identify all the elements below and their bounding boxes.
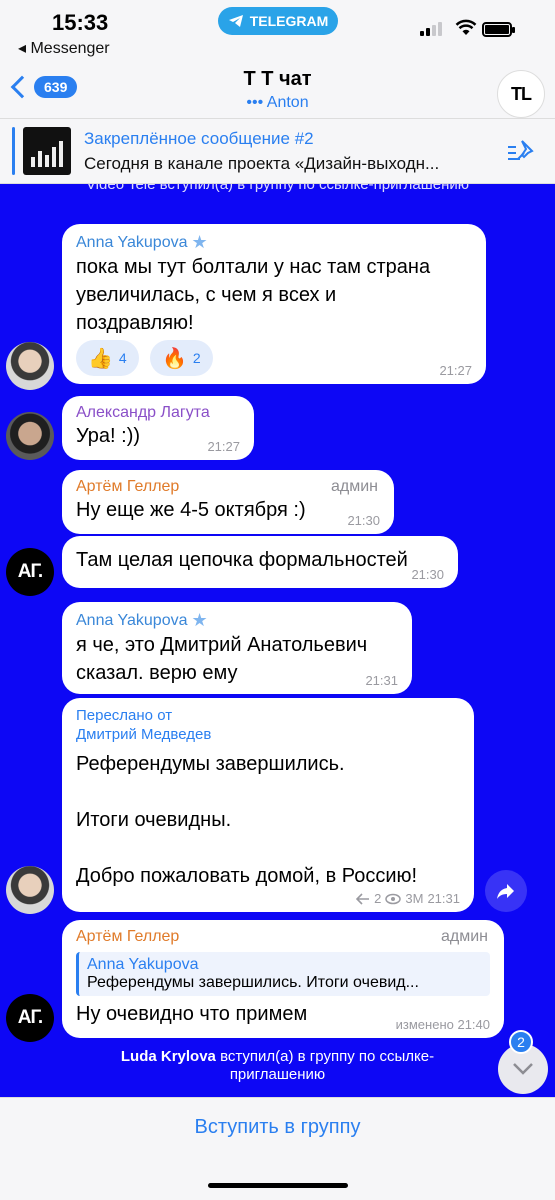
message-text: Там целая цепочка формальностей <box>76 549 408 571</box>
telegram-icon <box>228 15 243 27</box>
verified-star-icon: ★ <box>191 610 208 630</box>
message-time: 21:30 <box>347 513 380 528</box>
message-line: Итоги очевидны. <box>76 809 232 831</box>
view-count: 3M <box>405 891 424 906</box>
pin-list-icon[interactable] <box>506 139 536 165</box>
reply-text: Референдумы завершились. Итоги очевид... <box>87 974 419 991</box>
chevron-left-icon <box>10 75 34 99</box>
chat-area[interactable]: Video Tele вступил(а) в группу по ссылке… <box>0 184 555 1097</box>
avatar-anna[interactable] <box>6 866 54 914</box>
reply-author: Anna Yakupova <box>87 956 199 973</box>
fire-icon: 🔥 <box>162 347 187 370</box>
message-line <box>76 834 460 862</box>
reaction-count: 4 <box>118 350 127 366</box>
message-line: поздравляю! <box>76 312 194 334</box>
sender-name: Anna Yakupova <box>76 233 188 251</box>
reply-count: 2 <box>374 891 382 906</box>
forward-source[interactable]: Дмитрий Медведев <box>76 725 460 744</box>
service-text-tail: приглашению <box>229 1066 326 1083</box>
telegram-pill-label: TELEGRAM <box>249 13 329 29</box>
message-bubble[interactable]: Артём Геллер админ Anna Yakupova Референ… <box>62 920 504 1038</box>
message-time: 21:31 <box>427 891 460 906</box>
message-bubble[interactable]: Там целая цепочка формальностей 21:30 <box>62 536 458 588</box>
service-text: вступил(а) в группу по ссылке- <box>215 1048 435 1065</box>
service-message-line: Luda Krylova вступил(а) в группу по ссыл… <box>0 1048 555 1066</box>
verified-star-icon: ★ <box>191 232 208 252</box>
cellular-signal-icon <box>420 22 442 36</box>
message-line: пока мы тут болтали у нас там страна <box>76 256 431 278</box>
message-bubble[interactable]: Anna Yakupova ★ я че, это Дмитрий Анатол… <box>62 602 412 694</box>
message-line: я че, это Дмитрий Анатольевич <box>76 634 368 656</box>
forwarded-message-bubble[interactable]: Переслано от Дмитрий Медведев Референдум… <box>62 698 474 912</box>
message-line: увеличилась, с чем я всех и <box>76 284 337 306</box>
status-time: 15:33 <box>52 10 109 35</box>
thumbs-up-icon: 👍 <box>88 347 113 370</box>
status-bar: 15:33 ◂ Messenger TELEGRAM <box>0 0 555 62</box>
chat-title[interactable]: Т Т чат <box>0 68 555 91</box>
message-time: 21:27 <box>439 363 472 378</box>
reaction-count: 2 <box>192 350 201 366</box>
message-line <box>76 778 460 806</box>
message-bubble[interactable]: Артём Геллер админ Ну еще же 4-5 октября… <box>62 470 394 534</box>
share-arrow-icon <box>497 884 514 899</box>
back-button[interactable]: 639 <box>10 75 78 99</box>
admin-label: админ <box>440 928 488 945</box>
sender-name: Артём Геллер <box>76 928 180 945</box>
pinned-title: Закреплённое сообщение #2 <box>84 129 314 148</box>
sender-name: Артём Геллер <box>76 478 180 495</box>
message-line: Референдумы завершились. <box>76 753 345 775</box>
pinned-thumbnail <box>23 127 71 175</box>
pinned-text: Сегодня в канале проекта «Дизайн-выходн.… <box>84 154 440 173</box>
reply-quote[interactable]: Anna Yakupova Референдумы завершились. И… <box>76 952 490 996</box>
group-avatar[interactable]: TL <box>497 70 545 118</box>
message-sender[interactable]: Артём Геллер <box>76 928 490 946</box>
avatar-anna[interactable] <box>6 342 54 390</box>
pinned-indicator <box>12 127 15 175</box>
avatar-aleksandr[interactable] <box>6 412 54 460</box>
service-message-text: Video Tele вступил(а) в группу по ссылке… <box>85 184 470 193</box>
message-time: изменено 21:40 <box>395 1017 490 1032</box>
sender-name: Anna Yakupova <box>76 611 188 629</box>
join-group-button[interactable]: Вступить в группу <box>0 1116 555 1139</box>
message-time: 21:27 <box>207 439 240 454</box>
reaction-thumbs-up[interactable]: 👍 4 <box>76 340 139 376</box>
avatar-artem[interactable]: АГ. <box>6 994 54 1042</box>
service-message-bottom: Luda Krylova вступил(а) в группу по ссыл… <box>0 1048 555 1084</box>
message-bubble[interactable]: Александр Лагута Ура! :)) 21:27 <box>62 396 254 460</box>
message-time: 21:31 <box>365 673 398 688</box>
chat-header: Т Т чат ••• Anton 639 TL <box>0 62 555 118</box>
message-sender[interactable]: Александр Лагута <box>76 404 240 422</box>
message-sender[interactable]: Anna Yakupova ★ <box>76 232 472 253</box>
forward-label: Переслано от <box>76 707 173 724</box>
back-to-app-link[interactable]: ◂ Messenger <box>18 38 110 58</box>
wifi-icon <box>455 19 477 35</box>
message-time: 21:30 <box>411 567 444 582</box>
pinned-message-bar[interactable]: Закреплённое сообщение #2 Сегодня в кана… <box>0 118 555 184</box>
chevron-down-icon <box>513 1063 533 1075</box>
message-line: сказал. верю ему <box>76 662 238 684</box>
unread-count-badge: 639 <box>34 76 78 98</box>
sender-name: Александр Лагута <box>76 404 210 421</box>
admin-label: админ <box>330 478 378 495</box>
message-sender[interactable]: Anna Yakupova ★ <box>76 610 398 631</box>
message-text: Ну еще же 4-5 октября :) <box>76 499 306 521</box>
service-message-top: Video Tele вступил(а) в группу по ссылке… <box>0 184 555 194</box>
bottom-bar: Вступить в группу <box>0 1097 555 1200</box>
share-button[interactable] <box>485 870 527 912</box>
eye-icon <box>385 893 402 904</box>
message-line: Добро пожаловать домой, в Россию! <box>76 865 418 887</box>
message-meta: 2 3M 21:31 <box>356 891 460 906</box>
chat-typing-status: ••• Anton <box>246 94 309 111</box>
battery-icon <box>482 22 515 37</box>
avatar-artem[interactable]: АГ. <box>6 548 54 596</box>
service-user-name[interactable]: Luda Krylova <box>121 1048 216 1065</box>
reaction-fire[interactable]: 🔥 2 <box>150 340 213 376</box>
unread-mentions-badge: 2 <box>509 1030 533 1054</box>
reply-arrow-icon <box>356 892 370 905</box>
telegram-pill[interactable]: TELEGRAM <box>218 7 338 35</box>
home-indicator <box>208 1183 348 1188</box>
